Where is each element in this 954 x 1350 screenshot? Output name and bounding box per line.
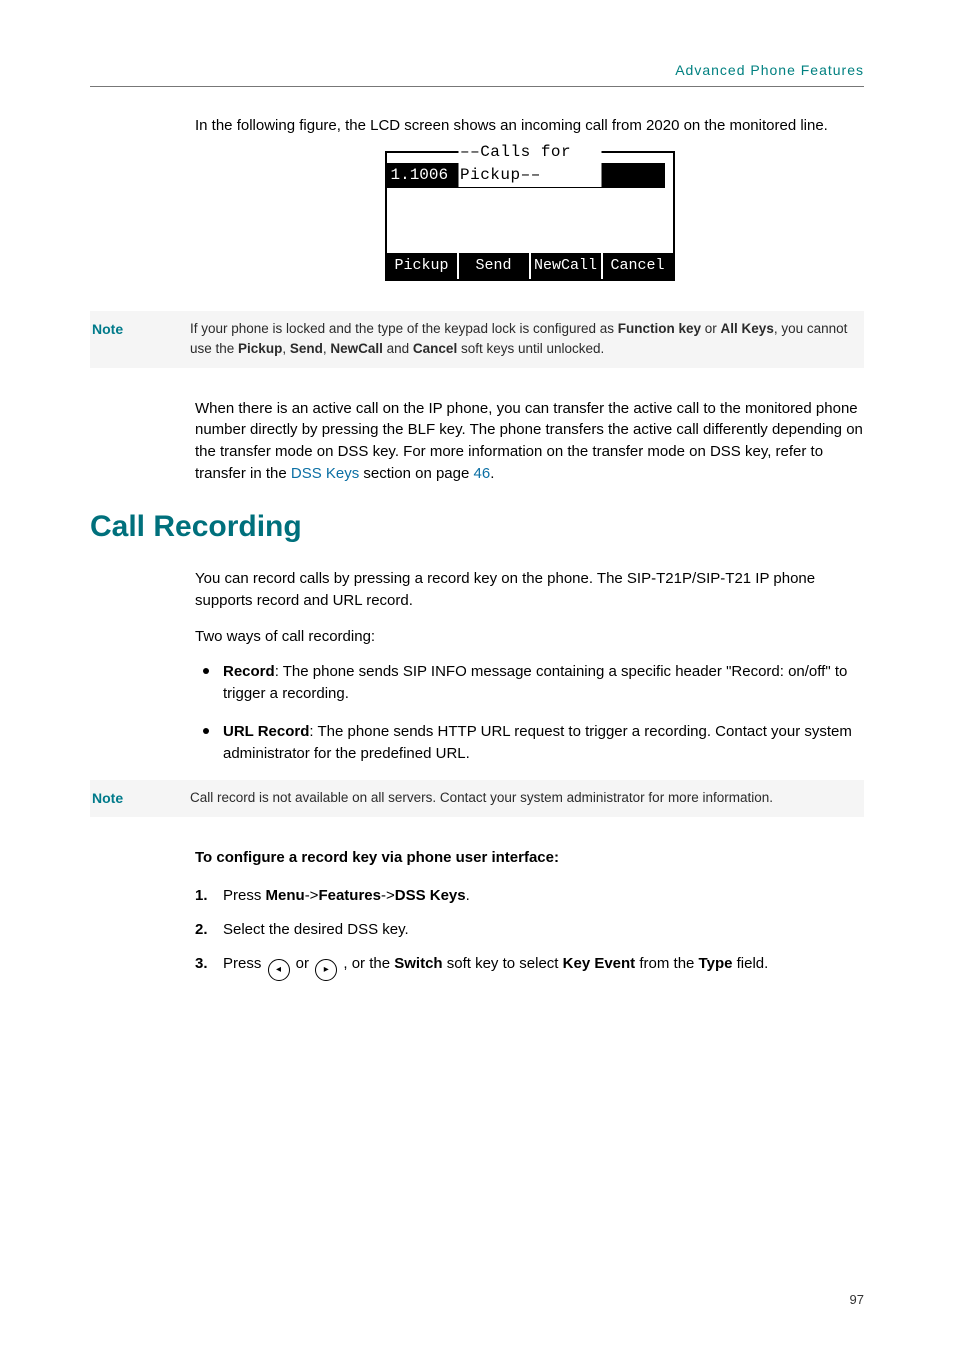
- lcd-figure: ––Calls for Pickup–– 1.1006 <- 1002 Pick…: [195, 151, 864, 281]
- item-bold: Record: [223, 663, 275, 680]
- bold: Menu: [266, 887, 305, 904]
- note-bold: NewCall: [330, 341, 383, 356]
- note-label: Note: [90, 319, 190, 360]
- text: soft key to select: [443, 955, 563, 972]
- note-label: Note: [90, 788, 190, 809]
- item-text: : The phone sends SIP INFO message conta…: [223, 663, 847, 702]
- lcd-softkey-bar: Pickup Send NewCall Cancel: [387, 253, 673, 279]
- bold: Type: [699, 955, 733, 972]
- text: Press: [223, 887, 266, 904]
- list-item: URL Record: The phone sends HTTP URL req…: [195, 721, 864, 765]
- item-bold: URL Record: [223, 723, 309, 740]
- note-body: If your phone is locked and the type of …: [190, 319, 854, 360]
- transfer-paragraph: When there is an active call on the IP p…: [195, 398, 864, 485]
- section-heading-call-recording: Call Recording: [90, 505, 864, 549]
- bold: Features: [318, 887, 381, 904]
- text: from the: [635, 955, 698, 972]
- note-text: soft keys until unlocked.: [457, 341, 604, 356]
- note-text: and: [383, 341, 413, 356]
- note-bold: Send: [290, 341, 323, 356]
- lcd-title-text: Calls for Pickup: [460, 143, 571, 184]
- config-steps: Press Menu->Features->DSS Keys. Select t…: [195, 885, 864, 981]
- content-column: To configure a record key via phone user…: [195, 847, 864, 980]
- lcd-softkey-newcall: NewCall: [531, 253, 603, 279]
- content-column: You can record calls by pressing a recor…: [195, 568, 864, 764]
- note-text: ,: [282, 341, 290, 356]
- recording-modes-list: Record: The phone sends SIP INFO message…: [195, 661, 864, 764]
- list-item: Record: The phone sends SIP INFO message…: [195, 661, 864, 705]
- text: .: [466, 887, 470, 904]
- config-heading: To configure a record key via phone user…: [195, 847, 864, 869]
- step-1: Press Menu->Features->DSS Keys.: [195, 885, 864, 907]
- rec-p1: You can record calls by pressing a recor…: [195, 568, 864, 612]
- page: Advanced Phone Features In the following…: [0, 0, 954, 1350]
- lcd-softkey-pickup: Pickup: [387, 253, 459, 279]
- step-3: Press ◂ or ▸ , or the Switch soft key to…: [195, 953, 864, 981]
- note-bold: Function key: [618, 321, 701, 336]
- note-bold: Cancel: [413, 341, 457, 356]
- text: , or the: [339, 955, 394, 972]
- lcd-title: ––Calls for Pickup––: [458, 141, 601, 187]
- item-text: : The phone sends HTTP URL request to tr…: [223, 723, 852, 762]
- left-arrow-key-icon: ◂: [268, 959, 290, 981]
- content-column: When there is an active call on the IP p…: [195, 398, 864, 485]
- note-text: or: [701, 321, 721, 336]
- bold: DSS Keys: [395, 887, 466, 904]
- text: .: [490, 465, 494, 482]
- header-title: Advanced Phone Features: [675, 62, 864, 78]
- text: ->: [305, 887, 319, 904]
- note-call-record: Note Call record is not available on all…: [90, 780, 864, 817]
- page-number: 97: [850, 1291, 864, 1310]
- right-arrow-key-icon: ▸: [315, 959, 337, 981]
- lcd-softkey-cancel: Cancel: [603, 253, 673, 279]
- lcd-softkey-send: Send: [459, 253, 531, 279]
- dss-keys-link[interactable]: DSS Keys: [291, 465, 359, 482]
- note-keypad-lock: Note If your phone is locked and the typ…: [90, 311, 864, 368]
- bold: Switch: [394, 955, 442, 972]
- text: ->: [381, 887, 395, 904]
- text: or: [292, 955, 314, 972]
- note-text: If your phone is locked and the type of …: [190, 321, 618, 336]
- note-bold: All Keys: [721, 321, 774, 336]
- content-column: In the following figure, the LCD screen …: [195, 115, 864, 281]
- note-body: Call record is not available on all serv…: [190, 788, 854, 809]
- text: field.: [732, 955, 768, 972]
- note-bold: Pickup: [238, 341, 282, 356]
- step-2: Select the desired DSS key.: [195, 919, 864, 941]
- rec-p2: Two ways of call recording:: [195, 626, 864, 648]
- text: Press: [223, 955, 266, 972]
- text: section on page: [359, 465, 473, 482]
- intro-paragraph: In the following figure, the LCD screen …: [195, 115, 864, 137]
- bold: Key Event: [563, 955, 636, 972]
- page-link[interactable]: 46: [474, 465, 491, 482]
- page-header: Advanced Phone Features: [90, 60, 864, 87]
- lcd-screen: ––Calls for Pickup–– 1.1006 <- 1002 Pick…: [385, 151, 675, 281]
